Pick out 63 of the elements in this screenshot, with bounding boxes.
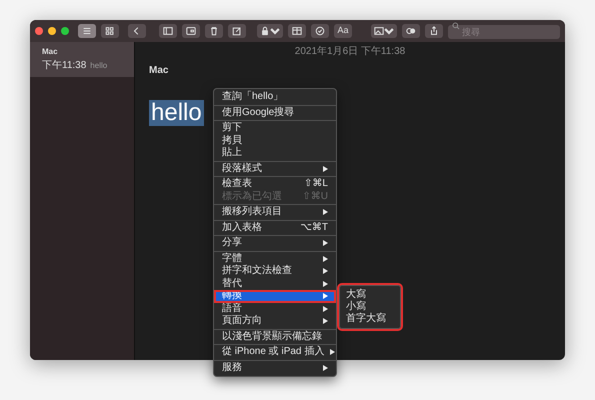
zoom-button[interactable]	[61, 27, 69, 35]
menu-item[interactable]: 拷貝	[214, 134, 336, 147]
table-icon	[292, 26, 302, 36]
share-button[interactable]	[425, 24, 443, 38]
menu-item[interactable]: 服務	[214, 362, 336, 374]
trash-icon	[209, 26, 219, 36]
close-button[interactable]	[35, 27, 43, 35]
media-button[interactable]	[371, 24, 397, 38]
menu-item[interactable]: 使用Google搜尋	[214, 106, 336, 119]
collaborate-button[interactable]	[402, 24, 420, 38]
note-date: 2021年1月6日 下午11:38	[294, 45, 406, 59]
menu-item[interactable]: 段落樣式	[214, 162, 336, 175]
compose-icon	[232, 26, 242, 36]
delete-button[interactable]	[205, 24, 223, 38]
menu-item[interactable]: 加入表格 ⌥⌘T	[214, 222, 336, 234]
menu-item[interactable]: 從 iPhone 或 iPad 插入	[214, 346, 336, 358]
menu-item[interactable]: 剪下	[214, 122, 336, 134]
shortcut-label: ⇧⌘L	[304, 178, 328, 190]
shortcut-label: ⌥⌘T	[300, 222, 328, 234]
media-icon	[374, 26, 384, 36]
menu-item[interactable]: 分享	[214, 237, 336, 250]
back-button[interactable]	[128, 24, 146, 38]
gallery-button[interactable]	[182, 24, 200, 38]
shortcut-label: ⇧⌘U	[302, 190, 328, 203]
note-preview: hello	[90, 61, 108, 70]
menu-item[interactable]: 頁面方向	[214, 315, 336, 328]
view-toggle-button[interactable]	[78, 24, 96, 38]
share-icon	[429, 26, 439, 36]
menu-item[interactable]: 替代	[214, 278, 336, 290]
list-view-icon	[82, 26, 92, 36]
note-list-item[interactable]: Mac 下午11:38 hello	[30, 42, 134, 77]
menu-item[interactable]: 檢查表 ⇧⌘L	[214, 178, 336, 190]
menu-item[interactable]: 查詢「hello」	[214, 91, 336, 104]
note-title: Mac	[42, 46, 59, 58]
minimize-button[interactable]	[48, 27, 56, 35]
note-body-text: hello	[149, 100, 204, 126]
lock-icon	[260, 26, 270, 36]
menu-item[interactable]: 以淺色背景顯示備忘錄	[214, 330, 336, 343]
new-note-button[interactable]	[228, 24, 246, 38]
menu-item[interactable]: 大寫	[340, 289, 400, 301]
sidebar-toggle-button[interactable]	[159, 24, 177, 38]
gallery-icon	[186, 26, 196, 36]
table-button[interactable]	[288, 24, 306, 38]
view-toggle-button[interactable]	[101, 24, 119, 38]
menu-item[interactable]: 語音	[214, 302, 336, 315]
menu-item[interactable]: 首字大寫	[340, 313, 400, 325]
sidebar-icon	[163, 26, 173, 36]
caret-icon	[384, 26, 394, 36]
caret-icon	[270, 26, 280, 36]
menu-item[interactable]: 字體	[214, 252, 336, 265]
note-time: 下午11:38	[42, 60, 86, 71]
checklist-button[interactable]	[311, 24, 329, 38]
menu-item[interactable]: 搬移列表項目	[214, 206, 336, 218]
menu-item[interactable]: 拼字和文法檢查	[214, 265, 336, 278]
search-icon	[452, 22, 460, 30]
menu-item[interactable]: 貼上	[214, 147, 336, 160]
menu-item[interactable]: 小寫	[340, 301, 400, 313]
lock-button[interactable]	[257, 24, 283, 38]
grid-view-icon	[105, 26, 115, 36]
note-heading: Mac	[149, 64, 170, 78]
collab-icon	[406, 26, 416, 36]
check-icon	[315, 26, 325, 36]
format-button[interactable]: Aa	[334, 24, 352, 38]
